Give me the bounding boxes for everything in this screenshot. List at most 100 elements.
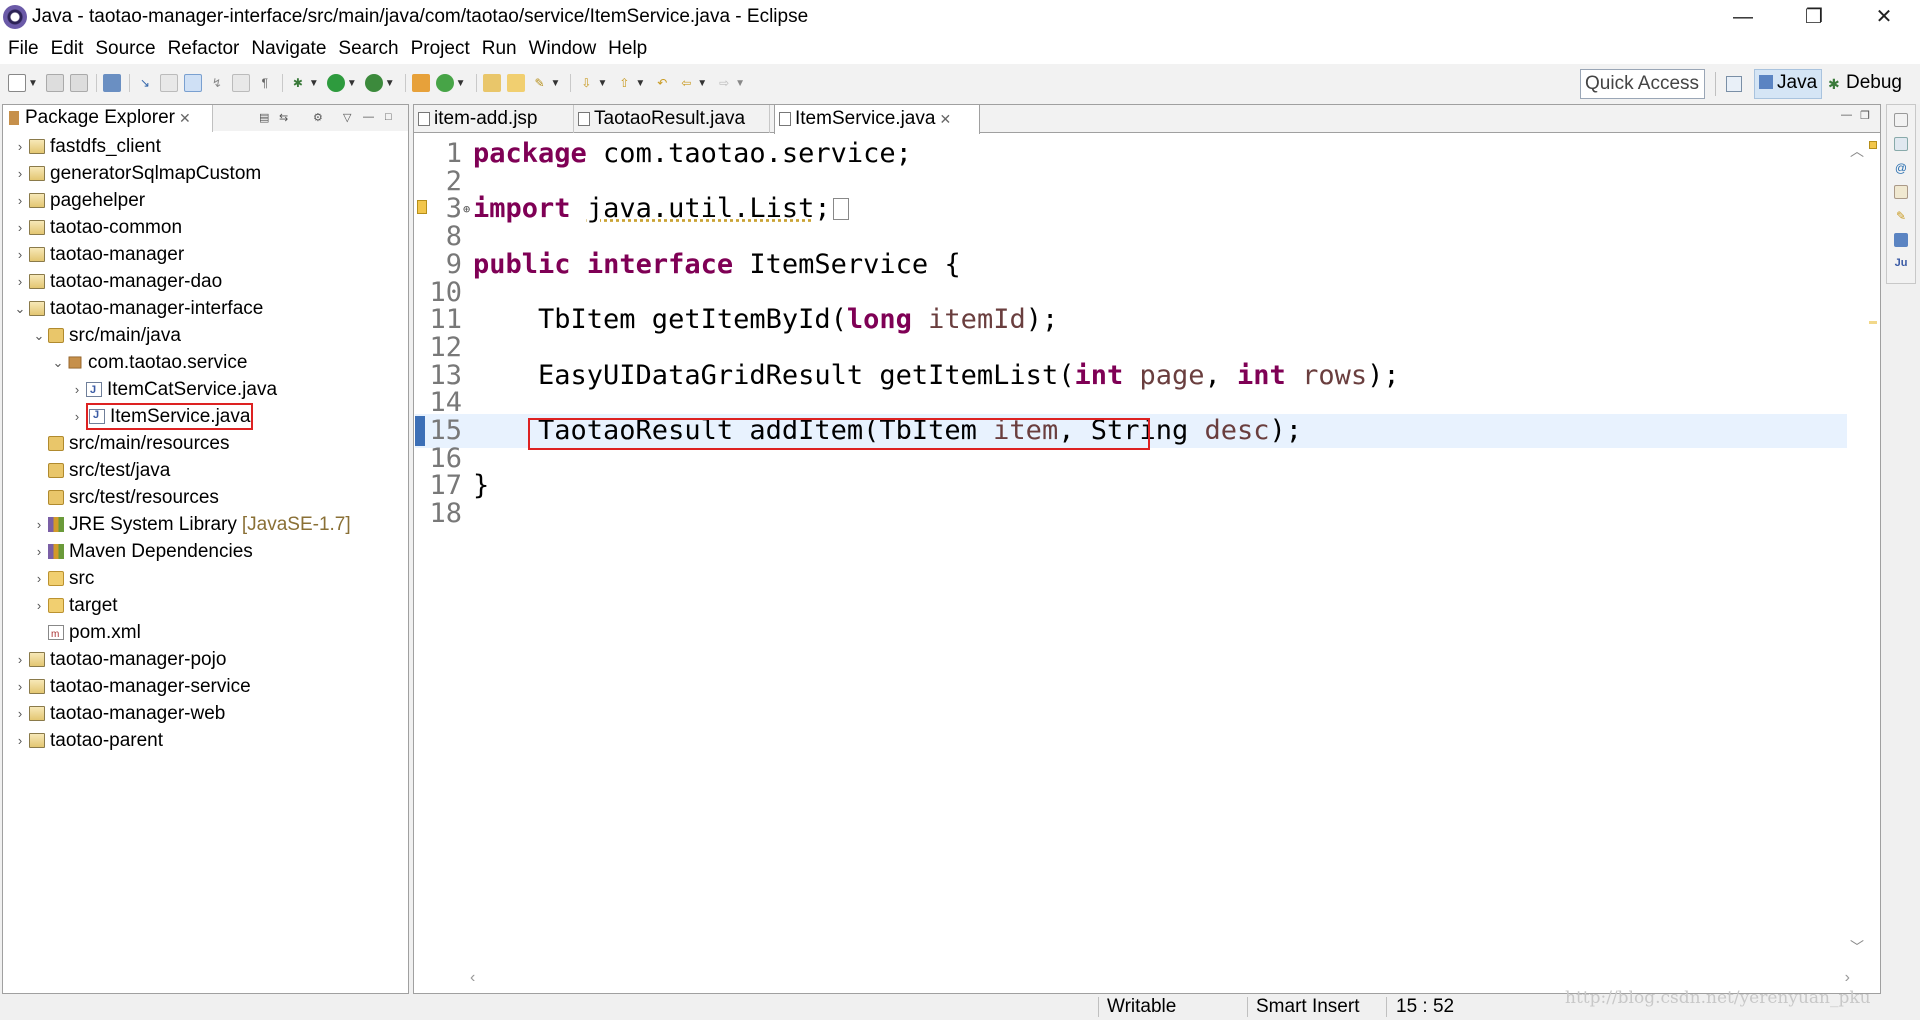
collapse-arrow-icon[interactable]: ›	[13, 268, 27, 295]
scroll-down-icon[interactable]: ﹀	[1850, 937, 1864, 957]
tree-item[interactable]: › taotao-manager-service	[13, 673, 251, 700]
word-wrap-icon[interactable]: ↯	[208, 74, 226, 92]
close-button[interactable]: ✕	[1855, 2, 1913, 32]
collapse-arrow-icon[interactable]: ›	[32, 511, 46, 538]
forward-icon[interactable]: ⇨	[715, 74, 733, 92]
tree-item[interactable]: › ItemCatService.java	[70, 376, 277, 404]
search-dropdown-icon[interactable]: ▼	[551, 78, 561, 89]
tree-item[interactable]: › Maven Dependencies	[32, 538, 253, 565]
tree-item[interactable]: › generatorSqlmapCustom	[13, 160, 261, 187]
outline-icon[interactable]	[1894, 137, 1908, 151]
minimize-editor-icon[interactable]: —	[1841, 109, 1852, 121]
expand-arrow-icon[interactable]: ⌄	[13, 295, 27, 322]
save-all-icon[interactable]	[69, 74, 88, 92]
debug-dropdown-icon[interactable]: ▼	[309, 78, 319, 89]
collapse-arrow-icon[interactable]: ›	[13, 646, 27, 673]
previous-annotation-dropdown-icon[interactable]: ▼	[635, 78, 645, 89]
expand-arrow-icon[interactable]: ⌄	[32, 322, 46, 349]
tree-item[interactable]: ⌄ src/main/java	[32, 322, 181, 349]
collapse-all-icon[interactable]: ▤	[259, 111, 273, 124]
declaration-icon[interactable]	[1894, 185, 1908, 199]
problems-icon[interactable]: ✎	[1894, 209, 1908, 223]
minimize-button[interactable]: —	[1714, 2, 1772, 32]
collapse-arrow-icon[interactable]: ›	[13, 133, 27, 160]
javadoc-icon[interactable]: @	[1894, 161, 1908, 175]
new-java-class-icon[interactable]	[435, 74, 454, 92]
package-explorer-tab[interactable]: Package Explorer ✕	[3, 105, 213, 132]
debug-icon[interactable]: ✱	[289, 74, 307, 92]
previous-annotation-icon[interactable]: ⇧	[615, 74, 633, 92]
overview-ruler[interactable]	[1867, 135, 1880, 965]
insert-mode-status[interactable]: Smart Insert	[1256, 994, 1359, 1020]
back-icon[interactable]: ⇦	[677, 74, 695, 92]
external-tools-icon[interactable]	[364, 74, 383, 92]
scroll-left-icon[interactable]: ‹	[470, 969, 475, 987]
tab-itemservice-java[interactable]: ItemService.java ✕	[774, 105, 980, 134]
tree-item[interactable]: › taotao-manager-dao	[13, 268, 222, 295]
maximize-editor-icon[interactable]: ❐	[1860, 109, 1870, 122]
save-icon[interactable]	[45, 74, 64, 92]
tree-item[interactable]: › ItemService.java	[70, 403, 254, 430]
menu-search[interactable]: Search	[332, 34, 404, 64]
run-icon[interactable]	[326, 74, 345, 92]
collapse-arrow-icon[interactable]: ›	[13, 241, 27, 268]
menu-source[interactable]: Source	[89, 34, 161, 64]
tree-item[interactable]: › pagehelper	[13, 187, 145, 214]
menu-edit[interactable]: Edit	[45, 34, 90, 64]
tree-item[interactable]: › taotao-parent	[13, 727, 163, 754]
menu-help[interactable]: Help	[602, 34, 653, 64]
new-java-package-icon[interactable]	[411, 74, 430, 92]
collapse-arrow-icon[interactable]: ›	[70, 376, 84, 403]
next-annotation-dropdown-icon[interactable]: ▼	[597, 78, 607, 89]
minimize-view-icon[interactable]: —	[363, 111, 377, 123]
whitespace-icon[interactable]: ¶	[256, 74, 274, 92]
open-task-icon[interactable]	[506, 74, 525, 92]
collapse-arrow-icon[interactable]: ›	[13, 673, 27, 700]
console-icon[interactable]	[1894, 233, 1908, 247]
block-selection-icon[interactable]	[231, 74, 250, 92]
collapse-arrow-icon[interactable]: ›	[13, 727, 27, 754]
tree-item[interactable]: src/test/java	[32, 457, 170, 484]
menu-file[interactable]: File	[2, 34, 45, 64]
collapse-arrow-icon[interactable]: ›	[13, 160, 27, 187]
menu-window[interactable]: Window	[523, 34, 603, 64]
forward-dropdown-icon[interactable]: ▼	[735, 78, 745, 89]
collapse-arrow-icon[interactable]: ›	[13, 214, 27, 241]
code-editor[interactable]: 1 package com.taotao.service; 2 3 ⊕ import ja…	[415, 135, 1847, 965]
mark-occurrences-icon[interactable]	[159, 74, 178, 92]
terminal-icon[interactable]	[102, 74, 121, 92]
open-perspective-icon[interactable]	[1726, 76, 1742, 92]
tree-item[interactable]: pom.xml	[32, 619, 141, 648]
ruler-annotation-mark[interactable]	[1869, 321, 1877, 324]
scroll-up-icon[interactable]: ︿	[1850, 141, 1864, 161]
close-icon[interactable]: ✕	[939, 111, 951, 127]
collapse-arrow-icon[interactable]: ›	[13, 187, 27, 214]
new-icon[interactable]	[8, 74, 26, 92]
collapse-arrow-icon[interactable]: ›	[32, 565, 46, 592]
view-menu-settings-icon[interactable]: ⚙	[313, 111, 327, 124]
tree-item[interactable]: › taotao-common	[13, 214, 182, 241]
highlight-icon[interactable]	[183, 74, 202, 92]
last-edit-location-icon[interactable]: ↶	[653, 74, 671, 92]
tree-item[interactable]: › taotao-manager-web	[13, 700, 226, 727]
quick-access-input[interactable]: Quick Access	[1580, 69, 1705, 99]
close-icon[interactable]: ✕	[179, 110, 191, 126]
menu-navigate[interactable]: Navigate	[245, 34, 332, 64]
tab-item-add-jsp[interactable]: item-add.jsp	[414, 105, 574, 133]
new-dropdown-icon[interactable]: ▼	[28, 78, 38, 89]
debug-perspective-button[interactable]: ✱ Debug	[1824, 69, 1902, 99]
collapse-arrow-icon[interactable]: ›	[70, 403, 84, 430]
tree-item[interactable]: ⌄ com.taotao.service	[51, 349, 248, 376]
collapse-arrow-icon[interactable]: ›	[13, 700, 27, 727]
tree-item[interactable]: › fastdfs_client	[13, 133, 161, 160]
maximize-view-icon[interactable]: □	[385, 111, 399, 123]
link-with-editor-icon[interactable]: ⇆	[279, 111, 293, 124]
menu-project[interactable]: Project	[405, 34, 476, 64]
tree-item[interactable]: src/main/resources	[32, 430, 230, 457]
open-type-icon[interactable]	[482, 74, 501, 92]
tab-taotaoresult-java[interactable]: TaotaoResult.java	[574, 105, 770, 133]
tree-item[interactable]: › taotao-manager-pojo	[13, 646, 227, 673]
back-dropdown-icon[interactable]: ▼	[697, 78, 707, 89]
tree-item[interactable]: src/test/resources	[32, 484, 219, 511]
tree-item[interactable]: ⌄ taotao-manager-interface	[13, 295, 264, 322]
